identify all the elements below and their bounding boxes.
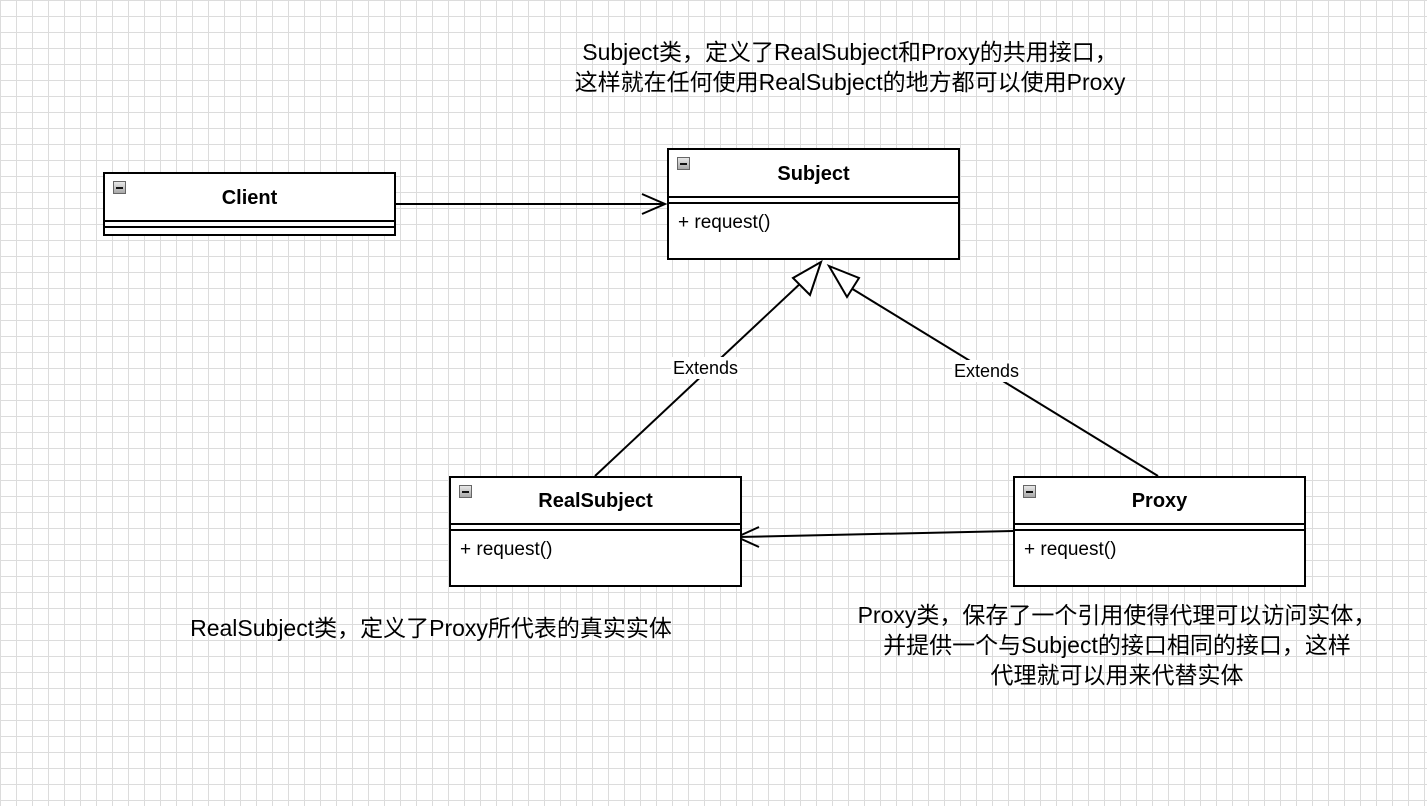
proxy-note-line: 并提供一个与Subject的接口相同的接口，这样: [883, 632, 1351, 658]
proxy-extends-label: Extends: [952, 360, 1022, 382]
subject-note-line: Subject类，定义了RealSubject和Proxy的共用接口，: [582, 39, 1118, 65]
subject-class-name: Subject: [777, 163, 850, 185]
proxy-note-line: Proxy类，保存了一个引用使得代理可以访问实体，: [857, 602, 1377, 628]
proxy-class[interactable]: Proxy + request(): [1013, 476, 1306, 587]
realsubject-class[interactable]: RealSubject + request(): [449, 476, 742, 587]
realsubject-note-line: RealSubject类，定义了Proxy所代表的真实实体: [190, 615, 672, 641]
client-attributes-compartment: [105, 222, 394, 228]
realsubject-class-header: RealSubject: [451, 478, 740, 525]
proxy-class-header: Proxy: [1015, 478, 1304, 525]
proxy-method: + request(): [1024, 539, 1117, 560]
realsubject-method: + request(): [460, 539, 553, 560]
proxy-class-name: Proxy: [1131, 490, 1188, 512]
proxy-note-line: 代理就可以用来代替实体: [990, 662, 1244, 688]
subject-method: + request(): [678, 212, 771, 233]
client-class[interactable]: Client: [103, 172, 396, 236]
client-class-header: Client: [105, 174, 394, 222]
subject-class[interactable]: Subject + request(): [667, 148, 960, 260]
realsubject-note: RealSubject类，定义了Proxy所代表的真实实体: [131, 613, 731, 643]
collapse-icon[interactable]: [113, 181, 126, 194]
subject-class-header: Subject: [669, 150, 958, 198]
proxy-generalization-arrowhead: [826, 263, 861, 299]
realsubject-class-name: RealSubject: [538, 490, 653, 512]
collapse-icon[interactable]: [677, 157, 690, 170]
subject-note-line: 这样就在任何使用RealSubject的地方都可以使用Proxy: [574, 69, 1126, 95]
realsubject-extends-label: Extends: [671, 357, 741, 379]
collapse-icon[interactable]: [1023, 485, 1036, 498]
subject-note: Subject类，定义了RealSubject和Proxy的共用接口， 这样就在…: [500, 37, 1200, 97]
collapse-icon[interactable]: [459, 485, 472, 498]
client-class-name: Client: [221, 187, 278, 209]
proxy-note: Proxy类，保存了一个引用使得代理可以访问实体， 并提供一个与Subject的…: [822, 600, 1412, 690]
realsubject-generalization-arrowhead: [791, 259, 823, 297]
diagram-canvas: Extends Extends Client Subject + request…: [0, 0, 1427, 806]
proxy-realsubject-association-line[interactable]: [737, 530, 1014, 538]
